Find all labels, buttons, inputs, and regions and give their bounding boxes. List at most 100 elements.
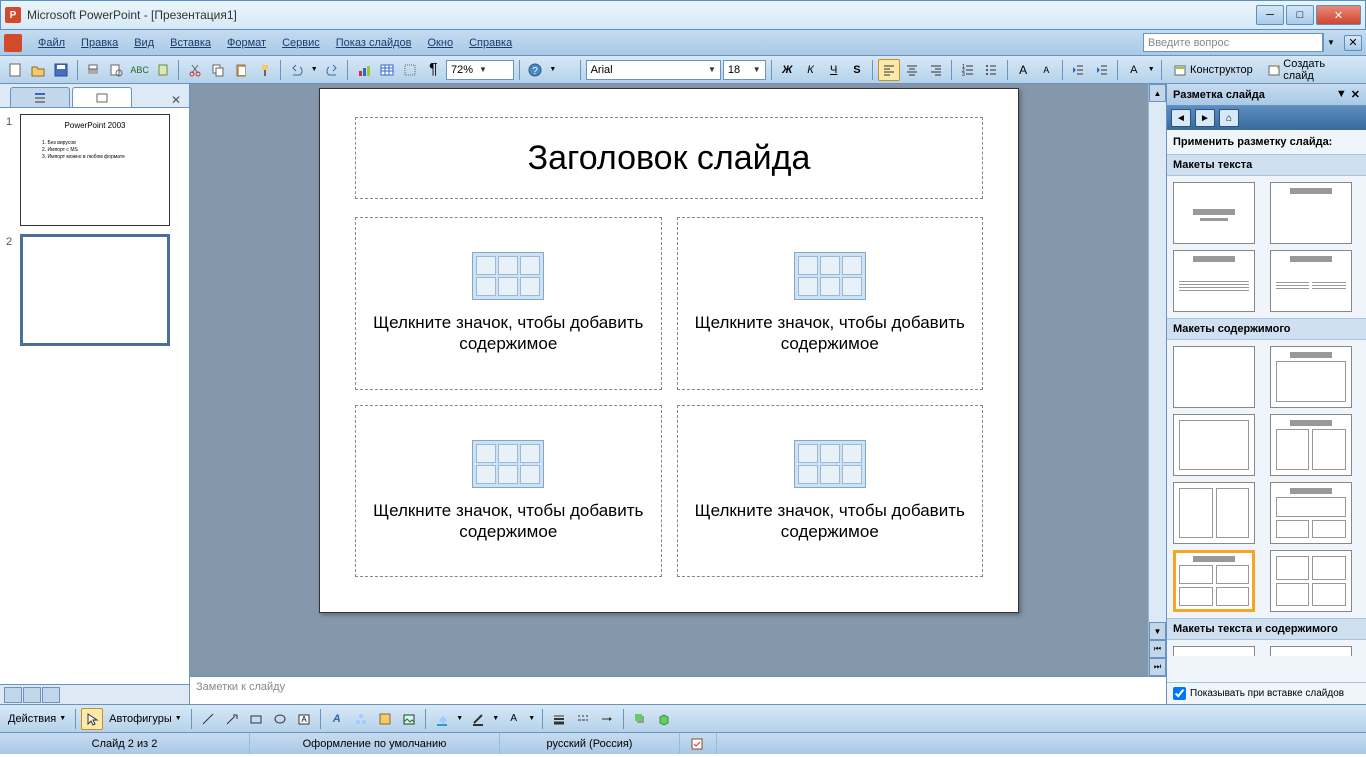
- save-icon[interactable]: [50, 59, 71, 81]
- undo-dropdown[interactable]: ▼: [309, 59, 319, 81]
- content-icon-grid[interactable]: [472, 252, 544, 300]
- fill-color-dropdown[interactable]: ▼: [455, 708, 465, 730]
- italic-icon[interactable]: К: [800, 59, 821, 81]
- picture-icon[interactable]: [398, 708, 420, 730]
- layout-title-bullets[interactable]: [1173, 250, 1255, 312]
- redo-icon[interactable]: [321, 59, 342, 81]
- font-color-draw-dropdown[interactable]: ▼: [527, 708, 537, 730]
- pointer-icon[interactable]: [81, 708, 103, 730]
- content-placeholder-2[interactable]: Щелкните значок, чтобы добавить содержим…: [677, 217, 984, 390]
- layout-blank-title[interactable]: [1270, 182, 1352, 244]
- table-icon[interactable]: [376, 59, 397, 81]
- ask-dropdown-arrow[interactable]: ▼: [1323, 33, 1338, 52]
- scroll-down-button[interactable]: ▼: [1149, 622, 1166, 640]
- bullet-list-icon[interactable]: [980, 59, 1001, 81]
- slide-workspace[interactable]: Заголовок слайда Щелкните значок, чтобы …: [190, 84, 1148, 676]
- task-pane-close-icon[interactable]: ✕: [1351, 88, 1360, 101]
- nav-forward-button[interactable]: ►: [1195, 109, 1215, 127]
- show-hide-icon[interactable]: ¶: [423, 59, 444, 81]
- scroll-up-button[interactable]: ▲: [1149, 84, 1166, 102]
- copy-icon[interactable]: [208, 59, 229, 81]
- menu-edit[interactable]: Правка: [73, 34, 126, 52]
- system-menu-icon[interactable]: [4, 34, 22, 52]
- notes-pane[interactable]: Заметки к слайду: [190, 676, 1166, 704]
- content-icon-grid[interactable]: [794, 440, 866, 488]
- layout-two-content[interactable]: [1270, 414, 1352, 476]
- align-right-icon[interactable]: [925, 59, 946, 81]
- layout-content[interactable]: [1270, 346, 1352, 408]
- line-color-icon[interactable]: [467, 708, 489, 730]
- font-color-dropdown[interactable]: ▼: [1146, 59, 1156, 81]
- print-icon[interactable]: [83, 59, 104, 81]
- actions-menu[interactable]: Действия▼: [4, 711, 70, 727]
- menu-help[interactable]: Справка: [461, 34, 520, 52]
- line-style-icon[interactable]: [548, 708, 570, 730]
- spellcheck-icon[interactable]: ABC: [129, 59, 150, 81]
- new-icon[interactable]: [4, 59, 25, 81]
- 3d-style-icon[interactable]: [653, 708, 675, 730]
- format-painter-icon[interactable]: [254, 59, 275, 81]
- menu-tools[interactable]: Сервис: [274, 34, 328, 52]
- layout-two-column[interactable]: [1270, 250, 1352, 312]
- content-icon-grid[interactable]: [472, 440, 544, 488]
- font-size-combo[interactable]: 18 ▼: [723, 60, 766, 80]
- maximize-button[interactable]: □: [1286, 5, 1314, 25]
- layout-scroll-area[interactable]: Макеты текста Макеты содержимого Макеты …: [1167, 154, 1366, 682]
- show-on-insert-checkbox[interactable]: [1173, 687, 1186, 700]
- align-center-icon[interactable]: [902, 59, 923, 81]
- print-preview-icon[interactable]: [106, 59, 127, 81]
- outline-tab[interactable]: [10, 87, 70, 107]
- line-color-dropdown[interactable]: ▼: [491, 708, 501, 730]
- layout-four-content-notitle[interactable]: [1270, 550, 1352, 612]
- fill-color-icon[interactable]: [431, 708, 453, 730]
- toolbar-options[interactable]: ▼: [548, 59, 558, 81]
- layout-title-only[interactable]: [1173, 182, 1255, 244]
- layout-four-content[interactable]: [1173, 550, 1255, 612]
- zoom-combo[interactable]: 72% ▼: [446, 60, 514, 80]
- title-placeholder[interactable]: Заголовок слайда: [355, 117, 983, 199]
- normal-view-button[interactable]: [4, 687, 22, 703]
- dash-style-icon[interactable]: [572, 708, 594, 730]
- increase-font-icon[interactable]: A: [1012, 59, 1033, 81]
- layout-content-over[interactable]: [1270, 482, 1352, 544]
- underline-icon[interactable]: Ч: [823, 59, 844, 81]
- status-spellcheck-icon[interactable]: [680, 733, 717, 754]
- nav-home-button[interactable]: ⌂: [1219, 109, 1239, 127]
- paste-icon[interactable]: [231, 59, 252, 81]
- slideshow-view-button[interactable]: [42, 687, 60, 703]
- layout-two-content-notitle[interactable]: [1173, 482, 1255, 544]
- slide-thumbnail-1[interactable]: PowerPoint 2003 1. Без вирусов 2. Импорт…: [20, 114, 170, 226]
- decrease-indent-icon[interactable]: [1068, 59, 1089, 81]
- menu-file[interactable]: Файл: [30, 34, 73, 52]
- designer-button[interactable]: Конструктор: [1167, 61, 1259, 79]
- shadow-style-icon[interactable]: [629, 708, 651, 730]
- font-color-draw-icon[interactable]: A: [503, 708, 525, 730]
- increase-indent-icon[interactable]: [1091, 59, 1112, 81]
- content-placeholder-1[interactable]: Щелкните значок, чтобы добавить содержим…: [355, 217, 662, 390]
- arrow-icon[interactable]: [221, 708, 243, 730]
- layout-content-single[interactable]: [1173, 414, 1255, 476]
- diagram-icon[interactable]: [350, 708, 372, 730]
- minimize-button[interactable]: ─: [1256, 5, 1284, 25]
- numbered-list-icon[interactable]: 123: [957, 59, 978, 81]
- menu-slideshow[interactable]: Показ слайдов: [328, 34, 420, 52]
- doc-close-button[interactable]: ✕: [1344, 35, 1362, 51]
- panel-close-icon[interactable]: ✕: [171, 93, 181, 107]
- align-left-icon[interactable]: [878, 59, 899, 81]
- shadow-icon[interactable]: S: [846, 59, 867, 81]
- content-placeholder-4[interactable]: Щелкните значок, чтобы добавить содержим…: [677, 405, 984, 578]
- research-icon[interactable]: [152, 59, 173, 81]
- autoshapes-menu[interactable]: Автофигуры▼: [105, 711, 186, 727]
- line-icon[interactable]: [197, 708, 219, 730]
- task-pane-dropdown-icon[interactable]: ▼: [1336, 88, 1347, 101]
- ask-question-box[interactable]: Введите вопрос: [1143, 33, 1323, 52]
- vertical-scrollbar[interactable]: ▲ ▼ ⏮ ⏭: [1148, 84, 1166, 676]
- layout-text-content-2[interactable]: [1270, 646, 1352, 656]
- undo-icon[interactable]: [286, 59, 307, 81]
- nav-back-button[interactable]: ◄: [1171, 109, 1191, 127]
- menu-insert[interactable]: Вставка: [162, 34, 219, 52]
- tables-borders-icon[interactable]: [400, 59, 421, 81]
- content-placeholder-3[interactable]: Щелкните значок, чтобы добавить содержим…: [355, 405, 662, 578]
- open-icon[interactable]: [27, 59, 48, 81]
- sorter-view-button[interactable]: [23, 687, 41, 703]
